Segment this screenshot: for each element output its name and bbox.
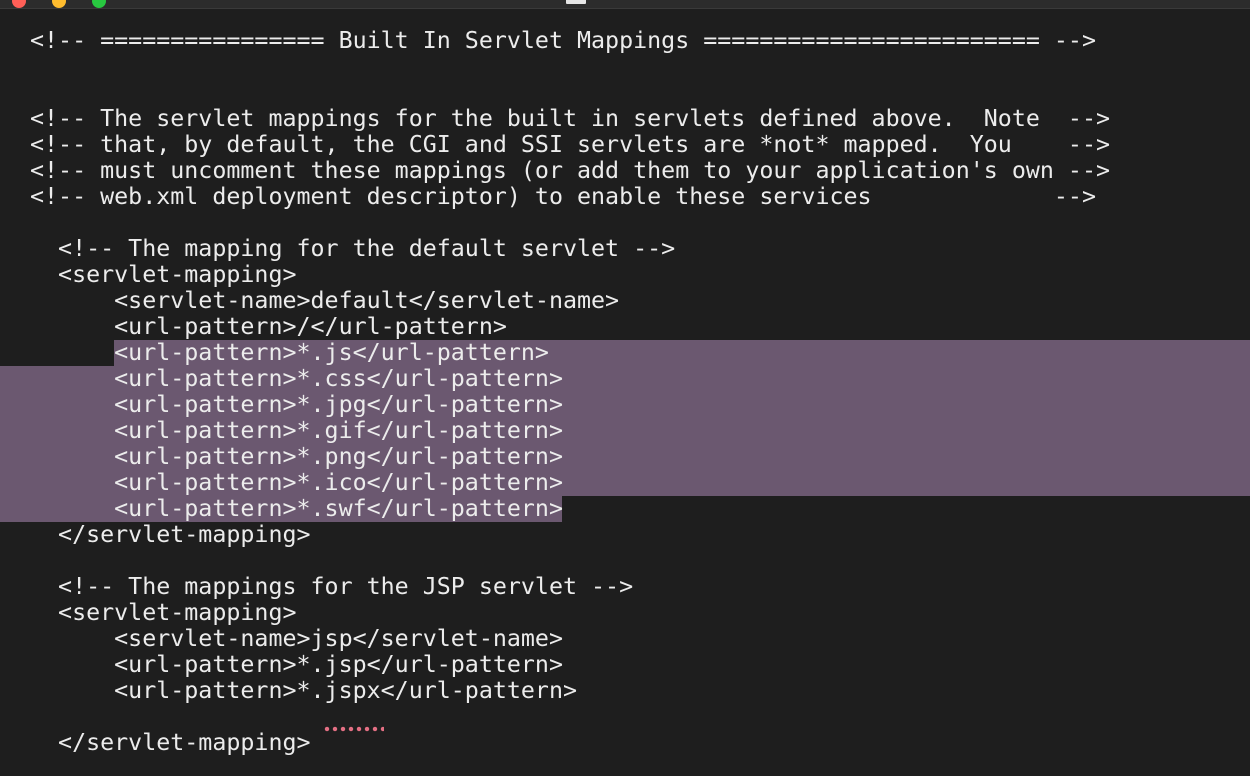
title-bar (0, 0, 1250, 9)
document-icon (566, 0, 586, 4)
code-line: <url-pattern>*.gif</url-pattern> (30, 417, 563, 444)
code-line: <url-pattern>*.png</url-pattern> (30, 443, 563, 470)
code-line: <!-- The mappings for the JSP servlet --… (30, 573, 634, 600)
code-line: <url-pattern>*.swf</url-pattern> (30, 495, 563, 522)
spellcheck-underline (324, 726, 384, 732)
code-line: <servlet-mapping> (30, 261, 297, 288)
code-line: <url-pattern>*.jspx</url-pattern> (30, 677, 578, 704)
code-line: <url-pattern>*.css</url-pattern> (30, 365, 563, 392)
minimize-window-button[interactable] (52, 0, 66, 8)
code-line: <url-pattern>*.jpg</url-pattern> (30, 391, 563, 418)
code-line: <!-- The mapping for the default servlet… (30, 235, 676, 262)
code-line: <!-- that, by default, the CGI and SSI s… (30, 131, 1110, 158)
zoom-window-button[interactable] (92, 0, 106, 8)
code-line: </servlet-mapping> (30, 521, 311, 548)
code-line: <url-pattern>/</url-pattern> (30, 313, 507, 340)
code-line: <url-pattern>*.js</url-pattern> (30, 339, 549, 366)
code-line: <servlet-mapping> (30, 599, 297, 626)
code-line: <!-- The servlet mappings for the built … (30, 105, 1110, 132)
text-editor-area[interactable]: <!-- ================ Built In Servlet M… (0, 28, 1250, 776)
code-line: <url-pattern>*.jsp</url-pattern> (30, 651, 563, 678)
code-line: <url-pattern>*.ico</url-pattern> (30, 469, 563, 496)
code-line: <servlet-name>default</servlet-name> (30, 287, 620, 314)
code-line: </servlet-mapping> (30, 729, 311, 756)
code-line: <!-- must uncomment these mappings (or a… (30, 157, 1110, 184)
code-line: <servlet-name>jsp</servlet-name> (30, 625, 563, 652)
terminal-window: <!-- ================ Built In Servlet M… (0, 0, 1250, 776)
close-window-button[interactable] (12, 0, 26, 8)
code-line: <!-- ================ Built In Servlet M… (30, 27, 1096, 54)
code-line: <!-- web.xml deployment descriptor) to e… (30, 183, 1096, 210)
